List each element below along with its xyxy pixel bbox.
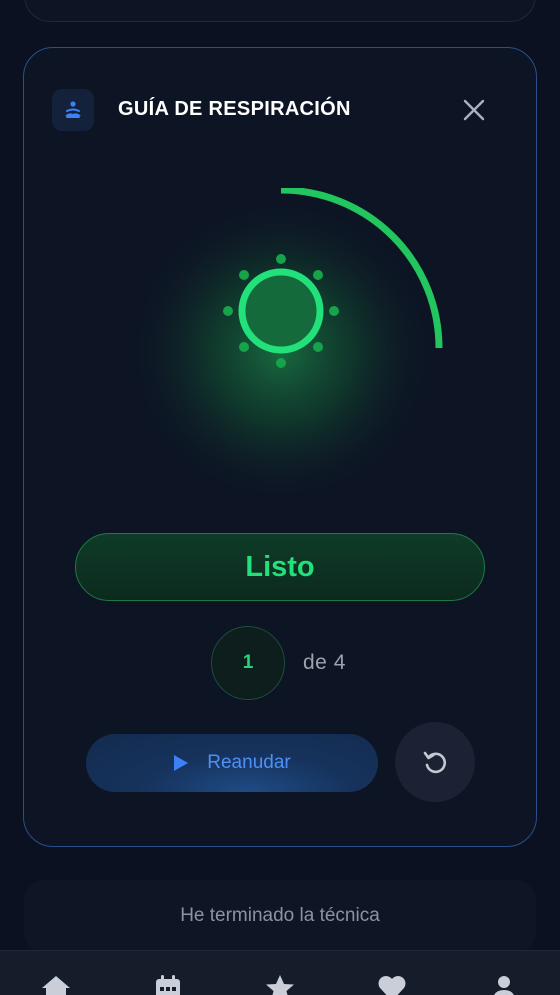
resume-button[interactable]: Reanudar [86, 734, 378, 792]
reset-button[interactable] [395, 722, 475, 802]
nav-profile[interactable] [448, 951, 560, 995]
card-title: GUÍA DE RESPIRACIÓN [118, 98, 351, 120]
star-icon [266, 975, 294, 995]
breathing-guide-card: GUÍA DE RESPIRACIÓN Listo 1 de 4 Reanuda… [23, 47, 537, 847]
reset-icon [423, 751, 447, 774]
breathing-ring [238, 268, 324, 354]
done-technique-button[interactable]: He terminado la técnica [24, 880, 536, 952]
cycle-current: 1 [211, 626, 285, 700]
nav-favorites[interactable] [224, 951, 336, 995]
cycle-counter: 1 de 4 [211, 626, 346, 700]
close-button[interactable] [456, 92, 492, 128]
calendar-icon [156, 975, 180, 995]
nav-wellbeing[interactable] [336, 951, 448, 995]
cycle-total: de 4 [303, 651, 346, 674]
home-icon [42, 976, 70, 995]
nav-calendar[interactable] [112, 951, 224, 995]
resume-label: Reanudar [207, 752, 291, 773]
nav-home[interactable] [0, 951, 112, 995]
bottom-navigation [0, 950, 560, 995]
heart-icon [378, 976, 406, 995]
app-screen: GUÍA DE RESPIRACIÓN Listo 1 de 4 Reanuda… [0, 0, 560, 995]
profile-icon [494, 976, 514, 995]
breathing-visual [124, 188, 443, 511]
previous-card [24, 0, 536, 22]
close-icon [463, 99, 485, 121]
play-icon [174, 755, 189, 771]
breathing-status: Listo [75, 533, 485, 601]
meditation-icon [52, 89, 94, 131]
